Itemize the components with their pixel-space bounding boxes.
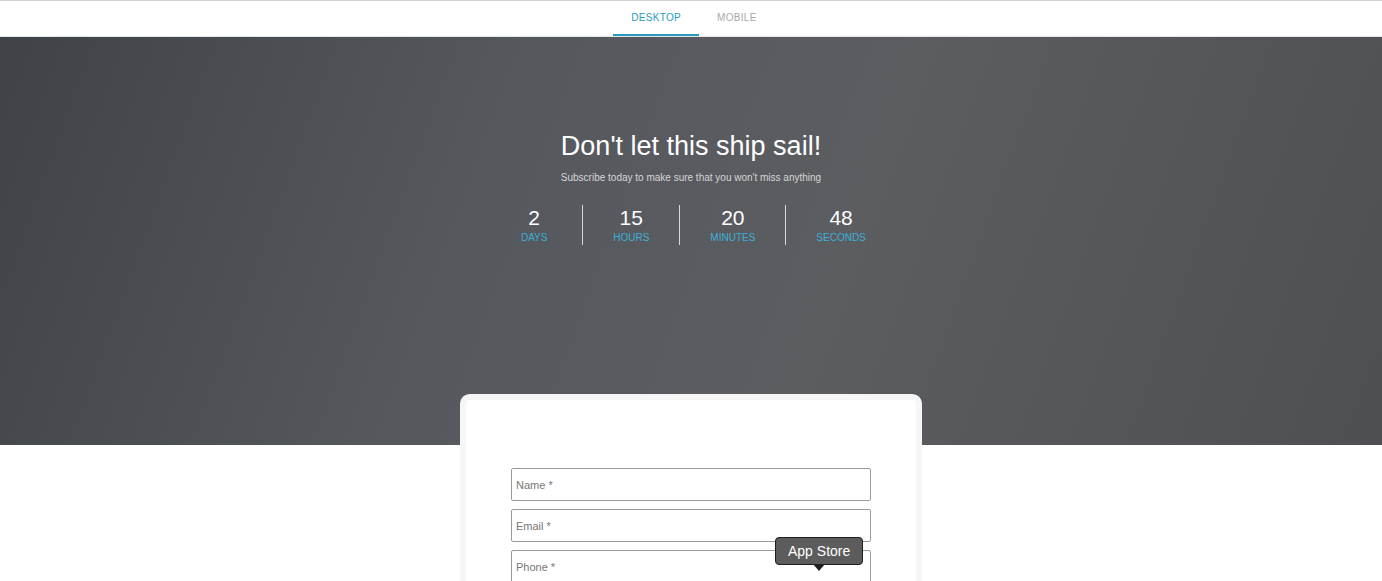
countdown-label: DAYS: [521, 231, 548, 245]
countdown-value: 20: [721, 205, 744, 231]
countdown-label: MINUTES: [710, 231, 755, 245]
hero-subtitle: Subscribe today to make sure that you wo…: [561, 171, 821, 185]
hero: Don't let this ship sail! Subscribe today…: [0, 37, 1382, 445]
view-tab[interactable]: MOBILE: [699, 1, 775, 36]
countdown-unit: 2DAYS: [486, 205, 582, 245]
view-tab[interactable]: DESKTOP: [613, 1, 699, 36]
countdown-label: HOURS: [613, 231, 649, 245]
countdown-value: 48: [829, 205, 852, 231]
countdown: 2DAYS15HOURS20MINUTES48SECONDS: [486, 205, 896, 245]
form-field[interactable]: [511, 468, 871, 501]
countdown-unit: 15HOURS: [582, 205, 679, 245]
signup-card: App Store: [466, 400, 916, 581]
tooltip-arrow-icon: [813, 564, 825, 571]
tooltip: App Store: [775, 537, 863, 565]
countdown-unit: 20MINUTES: [679, 205, 785, 245]
countdown-unit: 48SECONDS: [785, 205, 895, 245]
countdown-label: SECONDS: [816, 231, 865, 245]
countdown-value: 15: [620, 205, 643, 231]
page: DESKTOPMOBILE Don't let this ship sail! Su…: [0, 0, 1382, 581]
hero-title: Don't let this ship sail!: [561, 129, 821, 163]
countdown-value: 2: [528, 205, 540, 231]
form-section: App Store: [0, 445, 1382, 581]
view-tabs: DESKTOPMOBILE: [0, 0, 1382, 37]
